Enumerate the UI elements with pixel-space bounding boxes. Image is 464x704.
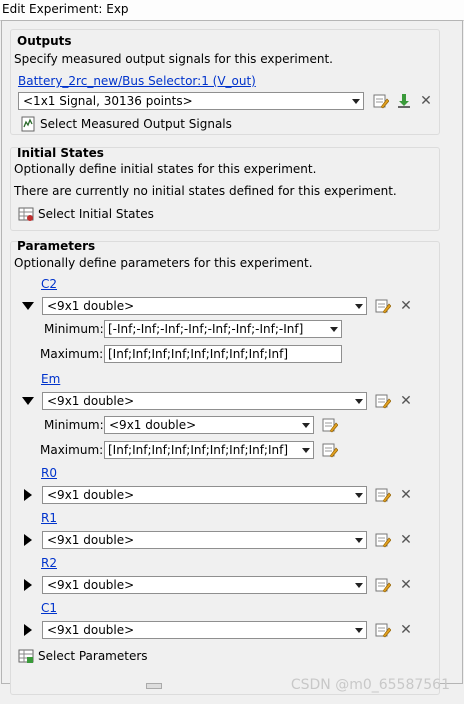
chevron-down-icon xyxy=(352,99,360,104)
edit-icon[interactable] xyxy=(375,487,391,503)
select-initial-states-button[interactable]: Select Initial States xyxy=(18,206,178,224)
parameter-value-r2: <9x1 double> xyxy=(47,578,135,592)
maximum-select-em[interactable]: [Inf;Inf;Inf;Inf;Inf;Inf;Inf;Inf;Inf] xyxy=(104,441,314,459)
select-measured-outputs-label: Select Measured Output Signals xyxy=(40,117,232,131)
parameter-value-c1: <9x1 double> xyxy=(47,623,135,637)
select-parameters-label: Select Parameters xyxy=(38,649,148,663)
minimum-value-em: <9x1 double> xyxy=(109,418,197,432)
states-table-icon xyxy=(18,207,34,221)
expand-icon[interactable] xyxy=(24,624,32,636)
outputs-panel: Outputs Specify measured output signals … xyxy=(10,29,440,135)
minimum-label: Minimum: xyxy=(44,322,104,336)
chevron-down-icon xyxy=(355,493,363,498)
maximum-label: Maximum: xyxy=(40,347,104,361)
outputs-description: Specify measured output signals for this… xyxy=(14,52,333,66)
select-parameters-button[interactable]: Select Parameters xyxy=(18,648,168,666)
experiment-editor: Outputs Specify measured output signals … xyxy=(1,20,463,695)
chevron-down-icon xyxy=(302,423,310,428)
maximum-select-c2[interactable]: [Inf;Inf;Inf;Inf;Inf;Inf;Inf;Inf;Inf] xyxy=(104,345,342,363)
chevron-down-icon xyxy=(302,448,310,453)
minimum-select-c2[interactable]: [-Inf;-Inf;-Inf;-Inf;-Inf;-Inf;-Inf;-Inf… xyxy=(104,320,342,338)
remove-parameter-icon[interactable]: ✕ xyxy=(400,578,412,592)
window-title: Edit Experiment: Exp xyxy=(2,2,129,16)
chevron-down-icon xyxy=(355,304,363,309)
parameters-description: Optionally define parameters for this ex… xyxy=(14,256,313,270)
edit-icon[interactable] xyxy=(375,298,391,314)
parameters-panel: Parameters Optionally define parameters … xyxy=(10,239,440,695)
collapse-icon[interactable] xyxy=(22,302,34,310)
watermark: CSDN @m0_65587561 xyxy=(290,677,450,693)
maximum-label: Maximum: xyxy=(40,443,104,457)
parameter-link-c1[interactable]: C1 xyxy=(41,601,57,615)
parameter-value-em: <9x1 double> xyxy=(47,394,135,408)
parameter-link-r1[interactable]: R1 xyxy=(41,511,57,525)
parameter-link-em[interactable]: Em xyxy=(41,372,60,386)
initial-states-panel: Initial States Optionally define initial… xyxy=(10,146,440,231)
parameter-value-select-em[interactable]: <9x1 double> xyxy=(42,392,367,410)
edit-icon[interactable] xyxy=(375,622,391,638)
remove-parameter-icon[interactable]: ✕ xyxy=(400,394,412,408)
signal-select-icon xyxy=(21,116,35,132)
chevron-down-icon xyxy=(330,327,338,332)
output-signal-value: <1x1 Signal, 30136 points> xyxy=(23,94,193,108)
select-measured-outputs-button[interactable]: Select Measured Output Signals xyxy=(20,116,240,134)
close-icon[interactable]: ✕ xyxy=(420,94,432,108)
maximum-value-em: [Inf;Inf;Inf;Inf;Inf;Inf;Inf;Inf;Inf] xyxy=(108,443,289,457)
chevron-down-icon xyxy=(355,538,363,543)
outputs-title: Outputs xyxy=(17,34,72,48)
output-signal-select[interactable]: <1x1 Signal, 30136 points> xyxy=(18,92,364,110)
chevron-down-icon xyxy=(355,583,363,588)
parameter-value-select-r2[interactable]: <9x1 double> xyxy=(42,576,367,594)
parameter-value-select-c2[interactable]: <9x1 double> xyxy=(42,297,367,315)
edit-icon[interactable] xyxy=(373,93,389,109)
parameters-title: Parameters xyxy=(17,239,96,253)
title-bar: Edit Experiment: Exp xyxy=(0,0,464,21)
remove-parameter-icon[interactable]: ✕ xyxy=(400,533,412,547)
edit-icon[interactable] xyxy=(375,532,391,548)
parameter-value-select-r1[interactable]: <9x1 double> xyxy=(42,531,367,549)
initial-states-status: There are currently no initial states de… xyxy=(14,184,397,198)
resize-grip[interactable] xyxy=(146,683,162,689)
parameters-table-icon xyxy=(18,649,34,663)
parameter-value-select-r0[interactable]: <9x1 double> xyxy=(42,486,367,504)
output-signal-link[interactable]: Battery_2rc_new/Bus Selector:1 (V_out) xyxy=(18,74,256,88)
minimum-select-em[interactable]: <9x1 double> xyxy=(104,416,314,434)
chevron-down-icon xyxy=(355,399,363,404)
expand-icon[interactable] xyxy=(24,534,32,546)
import-icon[interactable] xyxy=(396,93,412,109)
expand-icon[interactable] xyxy=(24,489,32,501)
edit-icon[interactable] xyxy=(375,393,391,409)
parameter-link-r0[interactable]: R0 xyxy=(41,466,57,480)
parameter-value-c2: <9x1 double> xyxy=(47,299,135,313)
collapse-icon[interactable] xyxy=(22,397,34,405)
initial-states-description: Optionally define initial states for thi… xyxy=(14,162,317,176)
chevron-down-icon xyxy=(355,628,363,633)
select-initial-states-label: Select Initial States xyxy=(38,207,154,221)
minimum-label: Minimum: xyxy=(44,418,104,432)
parameter-link-c2[interactable]: C2 xyxy=(41,277,57,291)
parameter-link-r2[interactable]: R2 xyxy=(41,556,57,570)
remove-parameter-icon[interactable]: ✕ xyxy=(400,623,412,637)
remove-parameter-icon[interactable]: ✕ xyxy=(400,299,412,313)
initial-states-title: Initial States xyxy=(17,146,104,160)
remove-parameter-icon[interactable]: ✕ xyxy=(400,488,412,502)
expand-icon[interactable] xyxy=(24,579,32,591)
edit-icon[interactable] xyxy=(375,577,391,593)
maximum-value-c2: [Inf;Inf;Inf;Inf;Inf;Inf;Inf;Inf;Inf] xyxy=(108,347,289,361)
parameter-value-select-c1[interactable]: <9x1 double> xyxy=(42,621,367,639)
parameter-value-r1: <9x1 double> xyxy=(47,533,135,547)
minimum-value-c2: [-Inf;-Inf;-Inf;-Inf;-Inf;-Inf;-Inf;-Inf… xyxy=(108,322,304,336)
edit-icon[interactable] xyxy=(322,442,338,458)
edit-icon[interactable] xyxy=(322,417,338,433)
parameter-value-r0: <9x1 double> xyxy=(47,488,135,502)
